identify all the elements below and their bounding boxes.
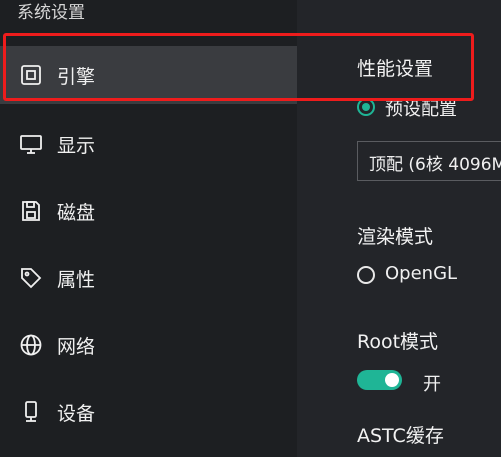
toggle-state-label: 开 [423, 374, 441, 395]
sidebar-item-label: 设备 [57, 402, 96, 425]
sidebar-item-disk[interactable]: 磁盘 [0, 182, 297, 240]
sidebar-item-engine[interactable]: 引擎 [0, 46, 297, 104]
monitor-icon [18, 131, 44, 157]
opengl-radio[interactable] [357, 266, 375, 284]
phone-icon [18, 399, 44, 425]
sidebar-item-label: 引擎 [57, 65, 96, 88]
render-mode-title: 渲染模式 [357, 226, 434, 248]
select-value: 顶配 (6核 4096M [369, 155, 501, 175]
sidebar-item-label: 网络 [57, 335, 96, 358]
window-title: 系统设置 [17, 3, 85, 23]
settings-panel: 性能设置 预设配置 顶配 (6核 4096M 渲染模式 OpenGL Root模… [297, 0, 501, 457]
root-mode-title: Root模式 [357, 331, 439, 353]
root-mode-toggle[interactable] [357, 370, 402, 390]
disk-icon [18, 198, 44, 224]
toggle-knob [385, 373, 399, 387]
performance-preset-select[interactable]: 顶配 (6核 4096M [357, 141, 501, 181]
globe-icon [18, 332, 44, 358]
sidebar-item-display[interactable]: 显示 [0, 115, 297, 173]
sidebar-item-label: 显示 [57, 134, 96, 157]
performance-title: 性能设置 [357, 58, 434, 80]
sidebar-item-properties[interactable]: 属性 [0, 249, 297, 307]
sidebar-item-network[interactable]: 网络 [0, 316, 297, 374]
preset-radio[interactable] [357, 98, 375, 116]
sidebar: 系统设置 引擎 显示 磁盘 属性 网络 设备 [0, 0, 297, 457]
tag-icon [18, 265, 44, 291]
astc-cache-title: ASTC缓存 [357, 425, 444, 447]
opengl-option-label: OpenGL [385, 263, 458, 284]
sidebar-item-label: 磁盘 [57, 201, 96, 224]
cpu-icon [18, 62, 44, 88]
sidebar-item-device[interactable]: 设备 [0, 383, 297, 441]
sidebar-item-label: 属性 [57, 268, 96, 291]
preset-option-label: 预设配置 [385, 99, 457, 120]
